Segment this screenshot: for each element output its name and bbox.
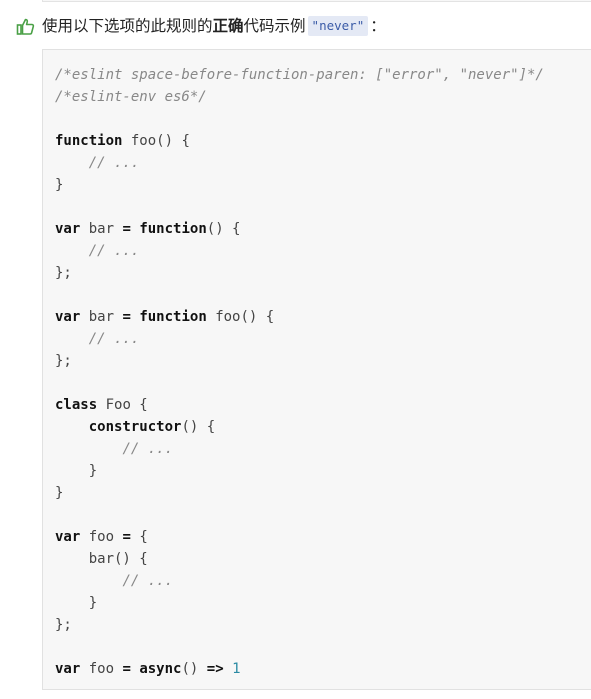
code-text: bar (80, 221, 123, 237)
code-line: constructor() { (55, 416, 591, 438)
code-line: /*eslint-env es6*/ (55, 86, 591, 108)
code-keyword: constructor (88, 419, 182, 435)
code-line: // ... (55, 152, 591, 174)
code-keyword: var (55, 309, 81, 325)
code-line: function foo() { (55, 130, 591, 152)
code-comment: // ... (88, 331, 140, 347)
code-keyword: = (122, 221, 131, 237)
code-keyword: = (122, 529, 131, 545)
code-comment: // ... (88, 155, 140, 171)
code-keyword: = (122, 309, 131, 325)
previous-code-block-edge (42, 0, 591, 2)
heading-middle: 代码示例 (243, 17, 306, 35)
code-keyword: var (55, 661, 81, 677)
code-text: foo() { (122, 133, 190, 149)
code-keyword: = (122, 661, 131, 677)
code-line: }; (55, 614, 591, 636)
code-comment: // ... (122, 441, 174, 457)
code-line: // ... (55, 570, 591, 592)
code-keyword: function (139, 221, 207, 237)
code-line: // ... (55, 438, 591, 460)
heading-prefix: 使用以下选项的此规则的 (42, 17, 213, 35)
heading-emphasis: 正确 (212, 17, 244, 35)
code-text: () { (206, 221, 241, 237)
code-keyword: function (139, 309, 207, 325)
code-number: 1 (232, 661, 241, 677)
code-text: foo (80, 661, 123, 677)
code-keyword: var (55, 529, 81, 545)
code-line: }; (55, 350, 591, 372)
code-text: { (130, 529, 148, 545)
code-comment: // ... (88, 243, 140, 259)
code-text: } (55, 485, 64, 501)
code-text: bar() { (55, 551, 148, 567)
code-text: } (55, 463, 98, 479)
code-line: // ... (55, 328, 591, 350)
code-text: () { (181, 419, 216, 435)
code-line: var foo = async() => 1 (55, 658, 591, 680)
code-comment: // ... (122, 573, 174, 589)
code-text: } (55, 177, 64, 193)
code-example-block[interactable]: /*eslint space-before-function-paren: ["… (42, 49, 591, 690)
code-text: }; (55, 265, 72, 281)
code-text: }; (55, 617, 72, 633)
code-line: /*eslint space-before-function-paren: ["… (55, 64, 591, 86)
code-comment: /*eslint-env es6*/ (55, 89, 207, 105)
example-heading: 使用以下选项的此规则的 正确 代码示例 "never"： (16, 14, 386, 38)
code-text: }; (55, 353, 72, 369)
code-line: // ... (55, 240, 591, 262)
code-text: } (55, 595, 98, 611)
code-text: () (181, 661, 207, 677)
code-text: Foo { (97, 397, 148, 413)
code-line: var bar = function() { (55, 218, 591, 240)
code-text: foo() { (206, 309, 275, 325)
heading-suffix: ： (370, 17, 386, 35)
code-comment: /*eslint space-before-function-paren: ["… (55, 67, 544, 83)
code-line: } (55, 460, 591, 482)
code-keyword: function (55, 133, 123, 149)
code-line: } (55, 482, 591, 504)
option-inline-code: "never" (307, 16, 369, 36)
code-keyword: class (55, 397, 98, 413)
code-keyword: => (206, 661, 224, 677)
code-line: var bar = function foo() { (55, 306, 591, 328)
code-text: foo (80, 529, 123, 545)
code-line: var foo = { (55, 526, 591, 548)
thumbs-up-icon (16, 17, 35, 36)
code-line: } (55, 592, 591, 614)
code-keyword: var (55, 221, 81, 237)
code-keyword: async (139, 661, 182, 677)
code-content: /*eslint space-before-function-paren: ["… (43, 50, 591, 680)
code-line: class Foo { (55, 394, 591, 416)
code-text: bar (80, 309, 123, 325)
code-line: bar() { (55, 548, 591, 570)
code-line: } (55, 174, 591, 196)
code-line: }; (55, 262, 591, 284)
